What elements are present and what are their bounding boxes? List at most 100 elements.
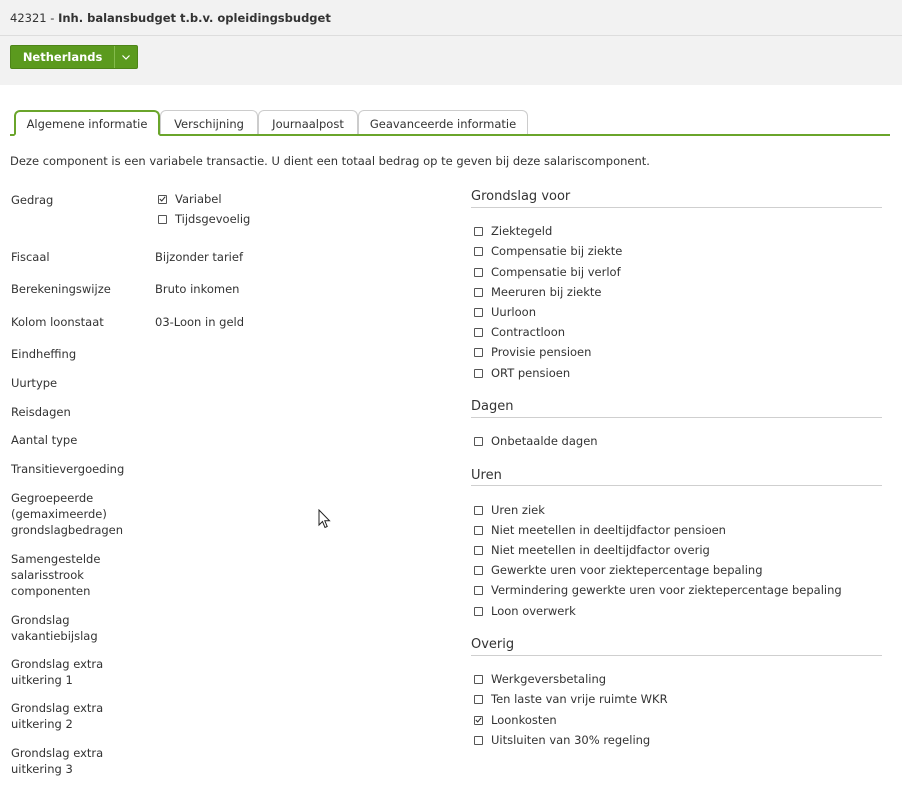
checkbox-icon[interactable] <box>474 565 483 575</box>
checkbox-label: Uurloon <box>491 305 536 319</box>
checkbox-label: Niet meetellen in deeltijdfactor pensioe… <box>491 523 726 537</box>
section-title-overig: Overig <box>471 637 515 652</box>
checkbox-icon[interactable] <box>474 436 483 446</box>
option-label: Variabel <box>175 192 222 206</box>
checkbox-contractloon[interactable]: Contractloon <box>474 325 565 339</box>
checkbox-icon[interactable] <box>474 694 483 704</box>
checkbox-label: Uitsluiten van 30% regeling <box>491 733 651 747</box>
checkbox-icon[interactable] <box>474 525 483 535</box>
checkbox-label: ORT pensioen <box>491 366 571 380</box>
mouse-cursor-icon <box>318 508 332 532</box>
checkbox-icon[interactable] <box>474 585 483 595</box>
checkbox-loon-overwerk[interactable]: Loon overwerk <box>474 604 576 618</box>
field-label-grondslag-vakantiebijslag: Grondslag vakantiebijslag <box>11 613 98 643</box>
checkbox-compensatie-bij-verlof[interactable]: Compensatie bij verlof <box>474 265 621 279</box>
checkbox-vermindering-gewerkte-uren[interactable]: Vermindering gewerkte uren voor ziektepe… <box>474 583 842 597</box>
checkbox-loonkosten[interactable]: Loonkosten <box>474 713 557 727</box>
checkbox-icon[interactable] <box>474 368 483 378</box>
checkbox-label: Meeruren bij ziekte <box>491 285 602 299</box>
checkbox-uurloon[interactable]: Uurloon <box>474 305 536 319</box>
checkbox-onbetaalde-dagen[interactable]: Onbetaalde dagen <box>474 434 598 448</box>
checkbox-label: Loon overwerk <box>491 604 576 618</box>
checkbox-uitsluiten-30-regeling[interactable]: Uitsluiten van 30% regeling <box>474 733 650 747</box>
title-separator: - <box>46 11 59 25</box>
checkbox-ten-laste-wkr[interactable]: Ten laste van vrije ruimte WKR <box>474 692 668 706</box>
checkbox-label: Compensatie bij verlof <box>491 265 621 279</box>
checkbox-meeruren-bij-ziekte[interactable]: Meeruren bij ziekte <box>474 285 601 299</box>
checkbox-icon[interactable] <box>474 545 483 555</box>
checkbox-label: Contractloon <box>491 325 566 339</box>
checkbox-icon[interactable] <box>474 307 483 317</box>
field-label-reisdagen: Reisdagen <box>11 405 71 419</box>
section-divider <box>471 485 882 486</box>
section-divider <box>471 655 882 656</box>
field-label-samengestelde-componenten: Samengestelde salarisstrook componenten <box>11 552 101 598</box>
tab-verschijning[interactable]: Verschijning <box>160 110 258 136</box>
checkbox-label: Compensatie bij ziekte <box>491 244 623 258</box>
field-value-kolom-loonstaat: 03-Loon in geld <box>155 315 245 329</box>
checkbox-provisie-pensioen[interactable]: Provisie pensioen <box>474 345 591 359</box>
checkbox-label: Vermindering gewerkte uren voor ziektepe… <box>491 583 842 597</box>
field-label-grondslag-extra-uitkering-3: Grondslag extra uitkering 3 <box>11 746 104 776</box>
field-value-fiscaal: Bijzonder tarief <box>155 250 244 264</box>
checkbox-icon[interactable] <box>474 287 483 297</box>
checkbox-ort-pensioen[interactable]: ORT pensioen <box>474 366 570 380</box>
section-title-dagen: Dagen <box>471 399 514 414</box>
checkbox-label: Gewerkte uren voor ziektepercentage bepa… <box>491 563 763 577</box>
section-title-grondslag-voor: Grondslag voor <box>471 189 571 204</box>
option-variabel[interactable]: Variabel <box>158 192 222 206</box>
field-label-eindheffing: Eindheffing <box>11 347 77 361</box>
checkbox-icon[interactable] <box>474 327 483 337</box>
field-label-grondslag-extra-uitkering-1: Grondslag extra uitkering 1 <box>11 657 104 687</box>
checkbox-icon[interactable] <box>474 674 483 684</box>
checkbox-label: Onbetaalde dagen <box>491 434 598 448</box>
checkbox-icon[interactable] <box>474 606 483 616</box>
checkbox-niet-meetellen-overig[interactable]: Niet meetellen in deeltijdfactor overig <box>474 543 710 557</box>
option-tijdsgevoelig[interactable]: Tijdsgevoelig <box>158 212 250 226</box>
country-dropdown-button[interactable]: Netherlands <box>10 45 138 69</box>
checkbox-checked-icon[interactable] <box>474 715 483 725</box>
component-name: Inh. balansbudget t.b.v. opleidingsbudge… <box>58 11 331 25</box>
gedrag-label: Gedrag <box>11 193 54 207</box>
tab-algemene-informatie[interactable]: Algemene informatie <box>14 110 160 136</box>
option-label: Tijdsgevoelig <box>175 212 251 226</box>
checkbox-label: Uren ziek <box>491 503 545 517</box>
checkbox-label: Ten laste van vrije ruimte WKR <box>491 692 668 706</box>
checkbox-icon[interactable] <box>474 347 483 357</box>
checkbox-icon[interactable] <box>474 226 483 236</box>
checkbox-uren-ziek[interactable]: Uren ziek <box>474 503 545 517</box>
checkbox-checked-icon[interactable] <box>158 194 167 204</box>
checkbox-label: Loonkosten <box>491 713 557 727</box>
section-divider <box>471 417 882 418</box>
checkbox-werkgeversbetaling[interactable]: Werkgeversbetaling <box>474 672 606 686</box>
field-label-fiscaal: Fiscaal <box>11 250 50 264</box>
tab-geavanceerde-informatie[interactable]: Geavanceerde informatie <box>358 110 528 136</box>
header-divider <box>0 35 902 36</box>
country-button-label: Netherlands <box>22 50 103 64</box>
checkbox-icon[interactable] <box>474 246 483 256</box>
field-label-kolom-loonstaat: Kolom loonstaat <box>11 315 104 329</box>
tab-journaalpost[interactable]: Journaalpost <box>258 110 358 136</box>
checkbox-label: Niet meetellen in deeltijdfactor overig <box>491 543 710 557</box>
chevron-down-icon[interactable] <box>114 46 137 68</box>
component-id: 42321 <box>10 11 47 25</box>
field-label-gegroepeerde-grondslagbedragen: Gegroepeerde (gemaximeerde) grondslagbed… <box>11 491 124 537</box>
header-bar: 42321 - Inh. balansbudget t.b.v. opleidi… <box>0 0 902 85</box>
checkbox-niet-meetellen-pensioen[interactable]: Niet meetellen in deeltijdfactor pensioe… <box>474 523 726 537</box>
checkbox-icon[interactable] <box>474 267 483 277</box>
checkbox-compensatie-bij-ziekte[interactable]: Compensatie bij ziekte <box>474 244 622 258</box>
field-label-aantal-type: Aantal type <box>11 433 78 447</box>
checkbox-ziektegeld[interactable]: Ziektegeld <box>474 224 552 238</box>
checkbox-icon[interactable] <box>474 505 483 515</box>
field-label-transitievergoeding: Transitievergoeding <box>11 462 125 476</box>
checkbox-label: Werkgeversbetaling <box>491 672 607 686</box>
checkbox-label: Provisie pensioen <box>491 345 592 359</box>
field-label-grondslag-extra-uitkering-2: Grondslag extra uitkering 2 <box>11 701 104 731</box>
checkbox-icon[interactable] <box>158 214 167 224</box>
checkbox-gewerkte-uren-ziektepercentage[interactable]: Gewerkte uren voor ziektepercentage bepa… <box>474 563 763 577</box>
section-title-uren: Uren <box>471 468 502 483</box>
page-title: 42321 - Inh. balansbudget t.b.v. opleidi… <box>10 11 331 25</box>
intro-text: Deze component is een variabele transact… <box>10 154 650 168</box>
section-divider <box>471 207 882 208</box>
checkbox-icon[interactable] <box>474 735 483 745</box>
